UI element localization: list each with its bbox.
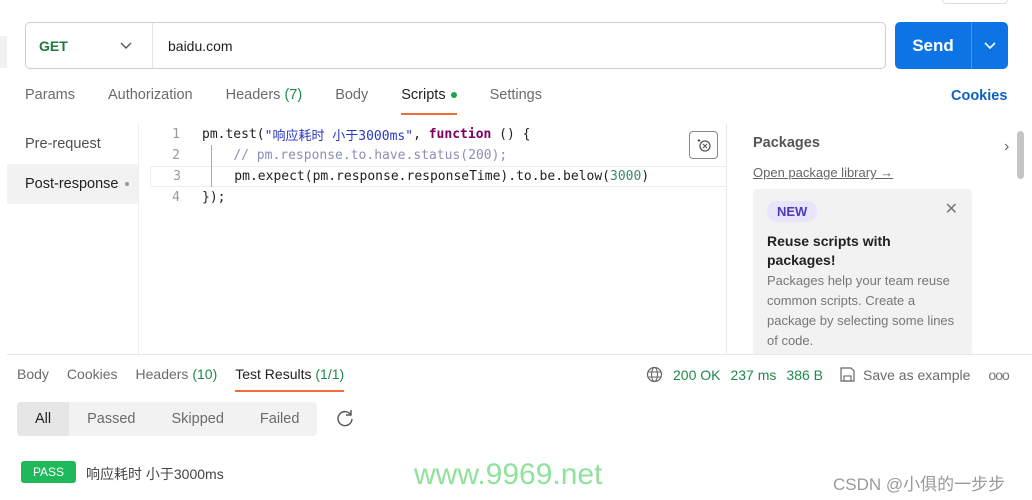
save-icon [840,367,855,382]
tab-test-results[interactable]: Test Results (1/1) [235,366,344,392]
indent-guide [211,145,212,187]
globe-icon[interactable] [646,366,663,383]
method-select[interactable]: GET [26,23,153,68]
divider [726,124,727,354]
sparkle-icon [697,139,711,152]
status-dot [450,92,457,99]
sidebar-item-label: Post-response [25,176,119,192]
line-number: 2 [172,148,180,163]
open-package-library-link[interactable]: Open package library → [753,165,893,180]
code-line[interactable]: 4}); [150,187,726,208]
packages-promo-card: NEW ✕ Reuse scripts with packages! Packa… [753,189,972,355]
send-label: Send [912,35,954,55]
code-assist-button[interactable] [689,131,718,159]
save-label: Save as example [863,366,971,383]
filter-skipped[interactable]: Skipped [154,402,242,436]
request-tabs: Params Authorization Headers (7) Body Sc… [25,87,575,115]
card-body: Packages help your team reuse common scr… [767,273,955,348]
card-heading: Reuse scripts with packages! [767,233,891,268]
code-token: pm.expect(pm.response.responseTime).to.b… [203,169,610,184]
packages-title: Packages [753,135,820,151]
script-sidebar: Pre-request Post-response [7,124,139,354]
code-token: ) [641,169,650,184]
headers-count: (10) [192,366,218,382]
code-token: }); [202,190,226,205]
code-token: , [413,127,429,142]
code-token: function [428,127,492,142]
tab-params[interactable]: Params [25,87,75,115]
tab-response-body[interactable]: Body [17,366,49,392]
code-token: "响应耗时 小于3000ms" [264,129,414,144]
code-line[interactable]: 3 pm.expect(pm.response.responseTime).to… [150,166,726,187]
cookies-link[interactable]: Cookies [951,88,1007,104]
tab-label: Headers [225,87,281,103]
code-token: 3000 [610,169,642,184]
scrollbar[interactable] [1017,131,1024,179]
chevron-right-icon[interactable]: › [1004,138,1009,156]
response-status-bar: 200 OK 237 ms 386 B Save as example ooo [646,366,1010,383]
sidebar-item-post-response[interactable]: Post-response [7,164,138,204]
divider [7,354,1032,355]
url-input[interactable]: baidu.com [153,38,233,54]
test-filter-group: All Passed Skipped Failed [17,402,317,436]
top-button[interactable] [942,0,1008,4]
code-line[interactable]: 1 pm.test("响应耗时 小于3000ms", function () { [150,124,726,145]
code-token: () { [491,127,531,142]
code-token: // pm.response.to.have.status(200); [233,148,508,163]
code-editor[interactable]: 1 pm.test("响应耗时 小于3000ms", function () { 2… [150,124,726,208]
method-label: GET [39,37,68,54]
pass-badge: PASS [21,461,76,483]
send-button[interactable]: Send [895,22,1008,69]
test-count: (1/1) [315,366,345,382]
tab-label: Headers [135,366,189,382]
filter-passed[interactable]: Passed [69,402,153,436]
tab-headers[interactable]: Headers (7) [226,87,303,115]
tab-label: Test Results [235,366,312,382]
tab-response-cookies[interactable]: Cookies [67,366,118,392]
code-line[interactable]: 2 // pm.response.to.have.status(200); [150,145,726,166]
new-badge: NEW [767,201,818,222]
line-number: 1 [172,127,180,142]
status-dot [124,182,129,186]
tab-settings[interactable]: Settings [490,87,542,115]
refresh-icon[interactable] [336,409,354,427]
url-bar: GET baidu.com [25,22,886,69]
headers-count: (7) [284,87,303,103]
filter-failed[interactable]: Failed [242,402,318,436]
tab-label: Scripts [401,87,446,103]
line-number: 3 [173,169,181,184]
chevron-down-icon [984,41,996,49]
response-tabs: Body Cookies Headers (10) Test Results (… [17,366,362,392]
watermark-site: www.9969.net [414,458,603,491]
left-edge-panel [0,36,7,68]
tab-body[interactable]: Body [335,87,368,115]
save-as-example-button[interactable]: Save as example [839,366,970,383]
response-time[interactable]: 237 ms [730,367,776,383]
line-number: 4 [172,190,180,205]
response-size[interactable]: 386 B [786,367,823,383]
filter-all[interactable]: All [17,402,70,436]
more-options-icon[interactable]: ooo [988,367,1009,383]
chevron-down-icon [120,42,132,49]
watermark-csdn: CSDN @小俱的一步步 [833,475,1006,494]
tab-authorization[interactable]: Authorization [108,87,193,115]
tab-scripts[interactable]: Scripts [401,87,457,115]
tab-response-headers[interactable]: Headers (10) [136,366,218,392]
status-code[interactable]: 200 OK [673,367,720,383]
code-token: pm.test( [202,127,265,142]
close-icon[interactable]: ✕ [945,199,958,219]
send-dropdown[interactable] [971,22,1008,69]
test-name: 响应耗时 小于3000ms [86,466,224,482]
sidebar-item-pre-request[interactable]: Pre-request [7,124,138,164]
